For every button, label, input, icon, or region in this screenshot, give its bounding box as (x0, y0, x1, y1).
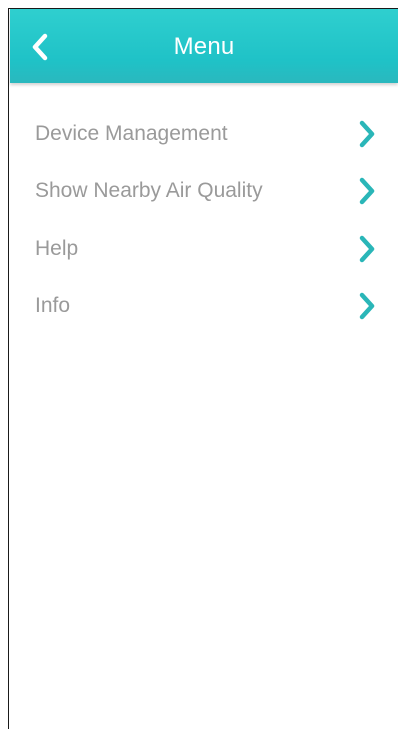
menu-item-label: Help (35, 236, 79, 260)
chevron-right-icon (359, 120, 375, 147)
chevron-right-icon (359, 235, 375, 262)
menu-item-device-management[interactable]: Device Management (10, 105, 398, 163)
chevron-right-icon (359, 178, 375, 205)
menu-item-show-nearby-air-quality[interactable]: Show Nearby Air Quality (10, 163, 398, 221)
menu-item-label: Device Management (35, 121, 228, 145)
menu-item-label: Info (35, 294, 71, 318)
app-screen: Menu Device Management Show Nearby Air Q… (8, 8, 398, 729)
page-title: Menu (173, 33, 235, 60)
header-bar: Menu (10, 9, 398, 83)
menu-item-label: Show Nearby Air Quality (35, 179, 263, 203)
menu-item-info[interactable]: Info (10, 278, 398, 336)
menu-item-help[interactable]: Help (10, 220, 398, 278)
menu-list: Device Management Show Nearby Air Qualit… (10, 105, 398, 335)
chevron-right-icon (359, 293, 375, 320)
